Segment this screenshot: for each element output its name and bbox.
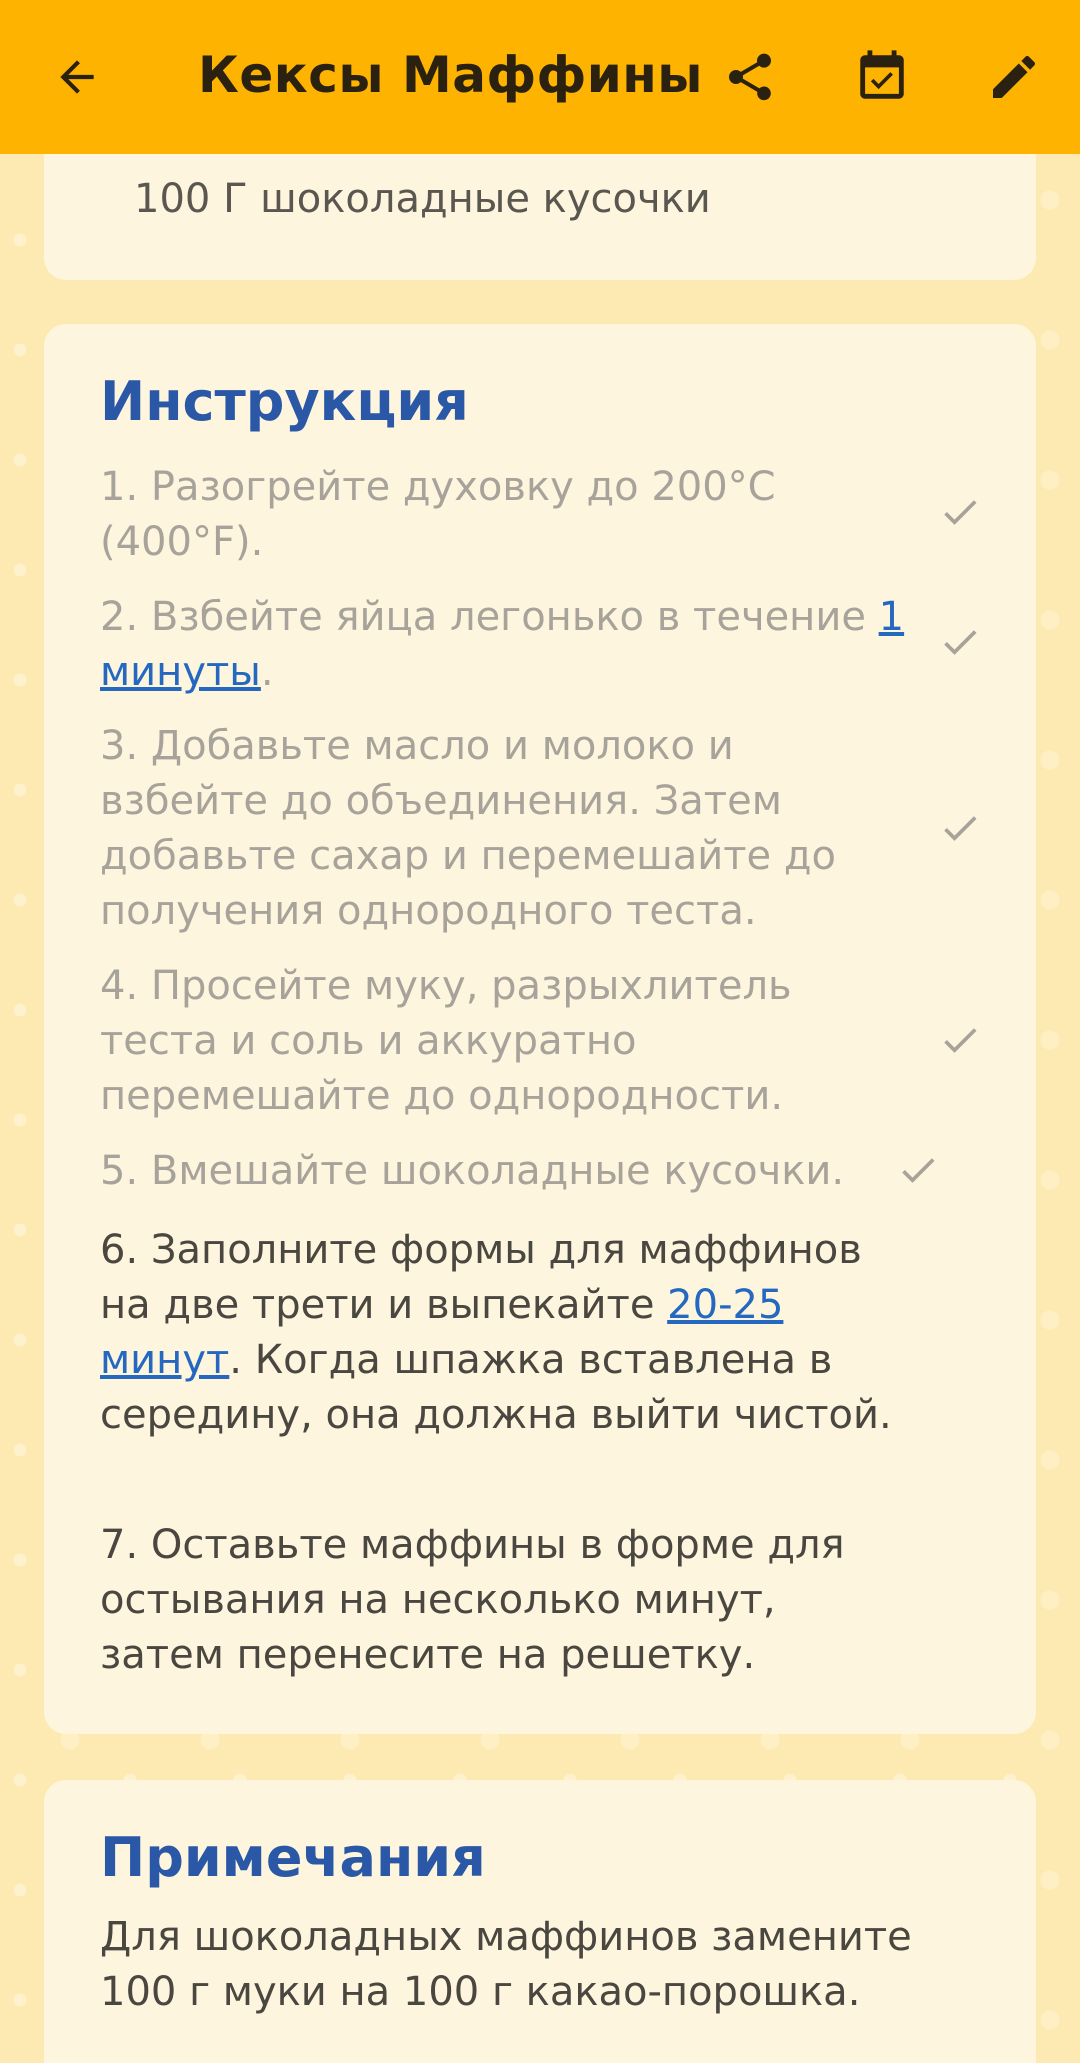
step-6[interactable]: 6. Заполните формы для маффинов на две т… — [100, 1223, 910, 1443]
check-icon — [944, 1028, 977, 1053]
check-icon — [944, 500, 977, 525]
share-icon — [729, 53, 771, 101]
arrow-left-icon — [60, 60, 94, 94]
step-text-end: . — [260, 649, 274, 695]
back-button[interactable] — [44, 42, 110, 112]
check-icon — [944, 816, 977, 841]
step-3[interactable]: 3. Добавьте масло и молоко и взбейте до … — [100, 719, 910, 939]
step-text: 7. Оставьте маффины в форме для остывани… — [100, 1522, 845, 1678]
pencil-icon — [993, 55, 1036, 98]
step-7[interactable]: 7. Оставьте маффины в форме для остывани… — [100, 1518, 910, 1683]
app-bar: Кексы Маффины — [0, 0, 1080, 154]
step-5[interactable]: 5. Вмешайте шоколадные кусочки. — [100, 1144, 980, 1199]
step-1[interactable]: 1. Разогрейте духовку до 200°C (400°F). — [100, 460, 800, 570]
notes-title: Примечания — [100, 1826, 486, 1889]
step-text: 4. Просейте муку, разрыхлитель теста и с… — [100, 963, 792, 1119]
step-text: 1. Разогрейте духовку до 200°C (400°F). — [100, 464, 776, 565]
calendar-check-icon — [860, 50, 904, 99]
notes-text: Для шоколадных маффинов замените 100 г м… — [100, 1914, 912, 2015]
step-text: 3. Добавьте масло и молоко и взбейте до … — [100, 723, 836, 934]
edit-button[interactable] — [978, 40, 1050, 114]
step-2[interactable]: 2. Взбейте яйца легонько в течение 1 мин… — [100, 590, 910, 700]
add-to-calendar-button[interactable] — [846, 40, 918, 114]
share-button[interactable] — [714, 40, 786, 114]
step-4[interactable]: 4. Просейте муку, разрыхлитель теста и с… — [100, 959, 910, 1124]
instructions-title: Инструкция — [100, 370, 469, 433]
ingredient-item: 100 Г шоколадные кусочки — [134, 176, 711, 222]
step-text: 2. Взбейте яйца легонько в течение — [100, 594, 879, 640]
step-text: 5. Вмешайте шоколадные кусочки. — [100, 1148, 845, 1194]
check-icon — [902, 1158, 935, 1183]
check-icon — [944, 630, 977, 655]
page-title: Кексы Маффины — [198, 46, 703, 104]
